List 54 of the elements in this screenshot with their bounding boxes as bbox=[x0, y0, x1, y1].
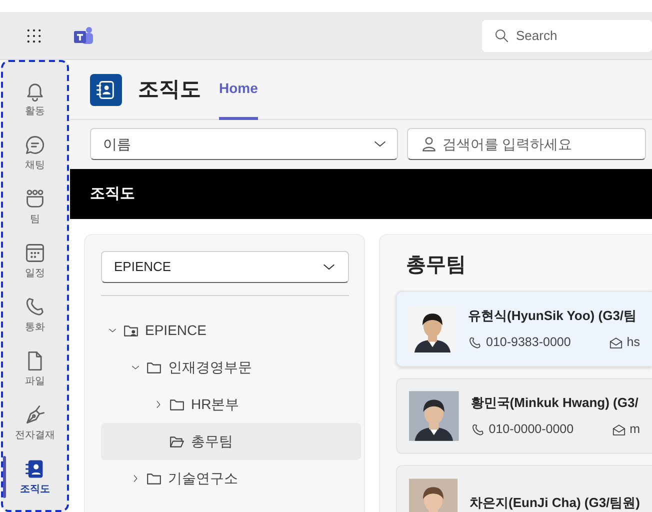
people-icon bbox=[24, 188, 46, 210]
folder-icon bbox=[146, 470, 162, 486]
folder-icon bbox=[146, 360, 162, 376]
nav-rail-item[interactable]: 조직도 bbox=[5, 450, 65, 504]
team-title: 총무팀 bbox=[406, 253, 467, 277]
member-card[interactable]: 유현식(HyunSik Yoo) (G3/팀 010-9383-0000 hs bbox=[396, 291, 652, 367]
search-placeholder: 검색어를 입력하세요 bbox=[442, 134, 572, 154]
open-folder-icon bbox=[169, 434, 185, 450]
tree-item[interactable]: 인재경영부문 bbox=[101, 349, 361, 386]
chat-bubble-icon bbox=[24, 134, 46, 156]
tree-item[interactable]: 총무팀 bbox=[101, 423, 361, 460]
member-name: 유현식(HyunSik Yoo) (G3/팀 bbox=[468, 306, 638, 325]
phone-icon bbox=[24, 296, 46, 318]
tree-item[interactable]: 기술연구소 bbox=[101, 460, 361, 497]
email-address: hs bbox=[626, 334, 640, 352]
nav-rail-item[interactable]: 팀 bbox=[5, 180, 65, 234]
phone-icon bbox=[470, 422, 485, 437]
envelope-icon bbox=[608, 336, 623, 350]
app-title: 조직도 bbox=[138, 76, 201, 102]
building-folder-icon bbox=[123, 322, 139, 338]
folder-icon bbox=[169, 396, 185, 412]
calendar-icon bbox=[24, 242, 46, 264]
phone-icon bbox=[468, 336, 482, 350]
app-logo-icon bbox=[72, 26, 94, 46]
tree-item[interactable]: HR본부 bbox=[101, 386, 361, 423]
person-icon bbox=[420, 135, 438, 153]
field-dropdown[interactable]: 이름 bbox=[90, 128, 398, 160]
member-card[interactable]: 차은지(EunJi Cha) (G3/팀원) bbox=[396, 465, 652, 512]
banner-title: 조직도 bbox=[90, 184, 135, 204]
search-field[interactable]: 검색어를 입력하세요 bbox=[407, 128, 646, 160]
phone-number: 010-9383-0000 bbox=[486, 334, 571, 352]
contact-card-icon bbox=[95, 78, 117, 100]
nav-rail-item[interactable]: 전자결재 bbox=[5, 396, 65, 450]
email-address: m bbox=[630, 421, 640, 438]
nav-rail-item[interactable]: 활동 bbox=[5, 72, 65, 126]
pen-nib-icon bbox=[24, 404, 46, 426]
nav-rail-item[interactable]: 통화 bbox=[5, 288, 65, 342]
apps-grid-icon bbox=[26, 28, 42, 44]
member-name: 황민국(Minkuk Hwang) (G3/ bbox=[470, 394, 640, 412]
tree-item[interactable]: EPIENCE bbox=[101, 312, 361, 349]
phone-number: 010-0000-0000 bbox=[488, 421, 574, 438]
envelope-icon bbox=[612, 422, 626, 437]
nav-rail-item[interactable]: 채팅 bbox=[5, 126, 65, 180]
dropdown-value: 이름 bbox=[103, 134, 131, 154]
nav-rail-item[interactable]: 일정 bbox=[5, 234, 65, 288]
dropdown-value: EPIENCE bbox=[114, 258, 172, 276]
member-name: 차은지(EunJi Cha) (G3/팀원) bbox=[470, 494, 640, 512]
tab[interactable]: Home bbox=[219, 60, 258, 120]
member-card[interactable]: 황민국(Minkuk Hwang) (G3/ 010-0000-0000 m bbox=[396, 378, 652, 454]
search-placeholder: Search bbox=[516, 27, 558, 46]
search-field[interactable]: Search bbox=[482, 20, 652, 52]
search-icon bbox=[494, 28, 510, 44]
company-dropdown[interactable]: EPIENCE bbox=[101, 251, 349, 283]
nav-rail-item[interactable]: 파일 bbox=[5, 342, 65, 396]
